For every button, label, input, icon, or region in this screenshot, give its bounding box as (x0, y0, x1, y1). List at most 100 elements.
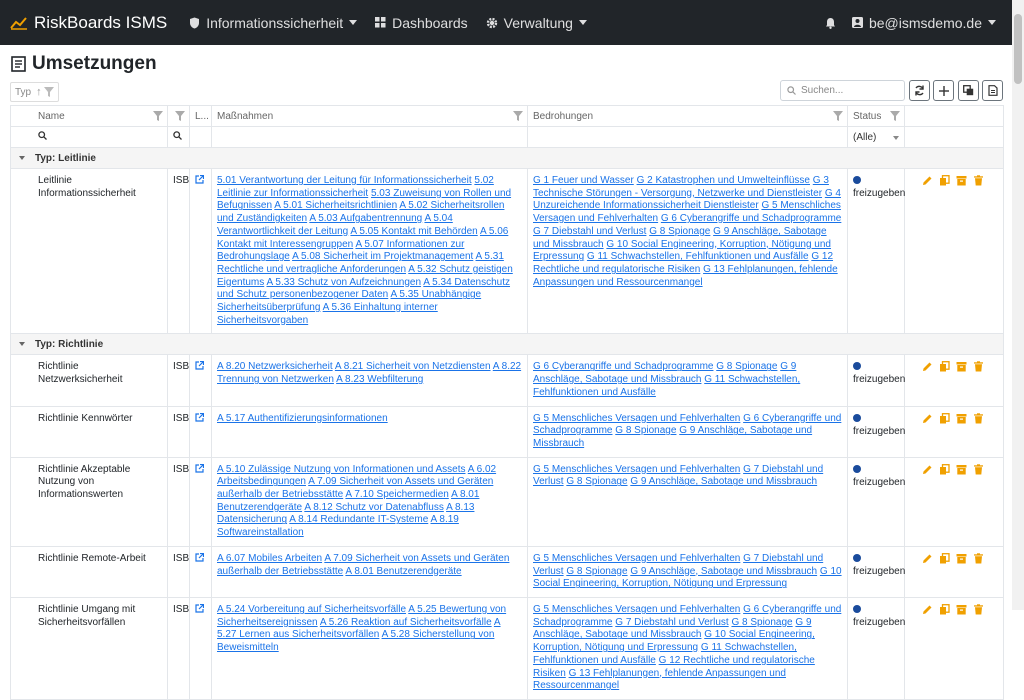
bedrohung-link[interactable]: G 1 Feuer und Wasser (533, 175, 634, 186)
nav-informationssicherheit[interactable]: Informationssicherheit (189, 15, 358, 31)
column-header-name[interactable]: Name (10, 105, 168, 127)
bedrohung-link[interactable]: G 7 Diebstahl und Verlust (615, 617, 728, 628)
group-header[interactable]: Typ: Richtlinie (10, 333, 1004, 356)
copy-icon[interactable] (939, 604, 950, 615)
cell-name[interactable]: Richtlinie Netzwerksicherheit (10, 354, 168, 407)
column-header-link[interactable]: L... (189, 105, 212, 127)
massnahme-link[interactable]: A 8.23 Webfilterung (336, 374, 423, 385)
cell-name[interactable]: Richtlinie Kennwörter (10, 405, 168, 458)
edit-icon[interactable] (922, 464, 933, 475)
cell-link[interactable] (189, 405, 212, 458)
copy-button[interactable] (958, 80, 979, 101)
filter-cell-owner[interactable] (167, 126, 190, 148)
bedrohung-link[interactable]: G 5 Menschliches Versagen und Fehlverhal… (533, 604, 740, 615)
cell-link[interactable] (189, 167, 212, 335)
copy-icon[interactable] (939, 175, 950, 186)
bedrohung-link[interactable]: G 8 Spionage (649, 226, 710, 237)
bedrohung-link[interactable]: G 7 Diebstahl und Verlust (533, 226, 646, 237)
massnahme-link[interactable]: A 5.33 Schutz von Aufzeichnungen (266, 277, 421, 288)
edit-icon[interactable] (922, 413, 933, 424)
nav-verwaltung[interactable]: Verwaltung (486, 15, 587, 31)
massnahme-link[interactable]: A 7.10 Speichermedien (345, 489, 448, 500)
page-scrollbar[interactable] (1012, 0, 1024, 610)
bedrohung-link[interactable]: G 5 Menschliches Versagen und Fehlverhal… (533, 413, 740, 424)
massnahme-link[interactable]: A 5.10 Zulässige Nutzung von Information… (217, 464, 466, 475)
filter-icon[interactable] (175, 111, 185, 121)
archive-icon[interactable] (956, 413, 967, 424)
group-header[interactable]: Typ: Leitlinie (10, 147, 1004, 169)
cell-name[interactable]: Richtlinie Akzeptable Nutzung von Inform… (10, 456, 168, 547)
external-link-icon[interactable] (195, 463, 205, 473)
collapse-caret-icon[interactable] (19, 155, 25, 160)
copy-icon[interactable] (939, 552, 950, 564)
trash-icon[interactable] (973, 361, 984, 372)
filter-cell-name[interactable] (10, 126, 168, 148)
trash-icon[interactable] (973, 463, 984, 475)
export-button[interactable] (982, 80, 1003, 101)
external-link-icon[interactable] (195, 361, 205, 371)
cell-name[interactable]: Leitlinie Informationssicherheit (10, 167, 168, 335)
column-header-massnahmen[interactable]: Maßnahmen (211, 105, 528, 127)
bedrohung-link[interactable]: G 5 Menschliches Versagen und Fehlverhal… (533, 553, 740, 564)
filter-cell-massnahmen[interactable] (211, 126, 528, 148)
filter-icon[interactable] (513, 111, 523, 121)
user-menu[interactable]: be@ismsdemo.de (851, 15, 996, 31)
bedrohung-link[interactable]: G 9 Anschläge, Sabotage und Missbrauch (630, 566, 817, 577)
massnahme-link[interactable]: A 8.12 Schutz vor Datenabfluss (304, 502, 444, 513)
massnahme-link[interactable]: A 8.01 Benutzerendgeräte (345, 566, 461, 577)
column-header-bedrohungen[interactable]: Bedrohungen (527, 105, 848, 127)
trash-icon[interactable] (973, 604, 984, 615)
massnahme-link[interactable]: A 5.26 Reaktion auf Sicherheitsvorfälle (320, 617, 492, 628)
cell-link[interactable] (189, 545, 212, 598)
filter-icon[interactable] (890, 111, 900, 121)
archive-icon[interactable] (956, 175, 967, 186)
trash-icon[interactable] (973, 553, 984, 564)
cell-name[interactable]: Richtlinie Umgang mit Sicherheitsvorfäll… (10, 596, 168, 700)
trash-icon[interactable] (973, 175, 984, 186)
massnahme-link[interactable]: A 6.07 Mobiles Arbeiten (217, 553, 322, 564)
table-row[interactable]: Richtlinie Kennwörter ISB A 5.17 Authentif… (10, 405, 1004, 458)
status-filter-select[interactable]: (Alle) (847, 126, 905, 148)
filter-cell-bedrohungen[interactable] (527, 126, 848, 148)
edit-icon[interactable] (922, 175, 933, 186)
archive-icon[interactable] (956, 464, 967, 475)
table-row[interactable]: Richtlinie Netzwerksicherheit ISB A 8.20 N… (10, 354, 1004, 407)
massnahme-link[interactable]: A 5.05 Kontakt mit Behörden (350, 226, 477, 237)
bell-icon[interactable] (825, 17, 836, 29)
brand[interactable]: RiskBoards ISMS (10, 13, 167, 33)
massnahme-link[interactable]: 5.01 Verantwortung der Leitung für Infor… (217, 175, 472, 186)
massnahme-link[interactable]: A 5.03 Aufgabentrennung (309, 213, 422, 224)
massnahme-link[interactable]: A 5.08 Sicherheit im Projektmanagement (292, 251, 473, 262)
group-by-typ-chip[interactable]: Typ ↑ (10, 82, 59, 102)
bedrohung-link[interactable]: G 13 Fehlplanungen, fehlende Anpassungen… (533, 668, 786, 692)
massnahme-link[interactable]: A 8.21 Sicherheit von Netzdiensten (335, 361, 491, 372)
bedrohung-link[interactable]: G 6 Cyberangriffe und Schadprogramme (533, 361, 713, 372)
nav-dashboards[interactable]: Dashboards (375, 15, 468, 31)
column-header-status[interactable]: Status (847, 105, 905, 127)
bedrohung-link[interactable]: G 8 Spionage (566, 566, 627, 577)
edit-icon[interactable] (922, 553, 933, 564)
filter-icon[interactable] (43, 87, 54, 97)
add-button[interactable] (933, 80, 954, 101)
massnahme-link[interactable]: A 8.14 Redundante IT-Systeme (289, 514, 428, 525)
bedrohung-link[interactable]: G 8 Spionage (615, 425, 676, 436)
external-link-icon[interactable] (195, 552, 205, 562)
bedrohung-link[interactable]: G 11 Schwachstellen, Fehlfunktionen und … (587, 251, 809, 262)
group-row[interactable]: Typ: Richtlinie (10, 333, 1004, 356)
bedrohung-link[interactable]: G 2 Katastrophen und Umwelteinflüsse (637, 175, 810, 186)
massnahme-link[interactable]: A 5.01 Sicherheitsrichtlinien (274, 200, 397, 211)
archive-icon[interactable] (956, 553, 967, 564)
archive-icon[interactable] (956, 361, 967, 372)
cell-link[interactable] (189, 456, 212, 547)
collapse-caret-icon[interactable] (19, 342, 25, 347)
bedrohung-link[interactable]: G 5 Menschliches Versagen und Fehlverhal… (533, 464, 740, 475)
filter-icon[interactable] (153, 111, 163, 121)
copy-icon[interactable] (939, 463, 950, 475)
table-row[interactable]: Richtlinie Akzeptable Nutzung von Inform… (10, 456, 1004, 547)
group-row[interactable]: Typ: Leitlinie (10, 147, 1004, 169)
table-row[interactable]: Richtlinie Remote-Arbeit ISB A 6.07 Mobile… (10, 545, 1004, 598)
cell-link[interactable] (189, 354, 212, 407)
filter-icon[interactable] (833, 111, 843, 121)
copy-icon[interactable] (939, 361, 950, 372)
search-input[interactable]: Suchen... (780, 80, 905, 101)
